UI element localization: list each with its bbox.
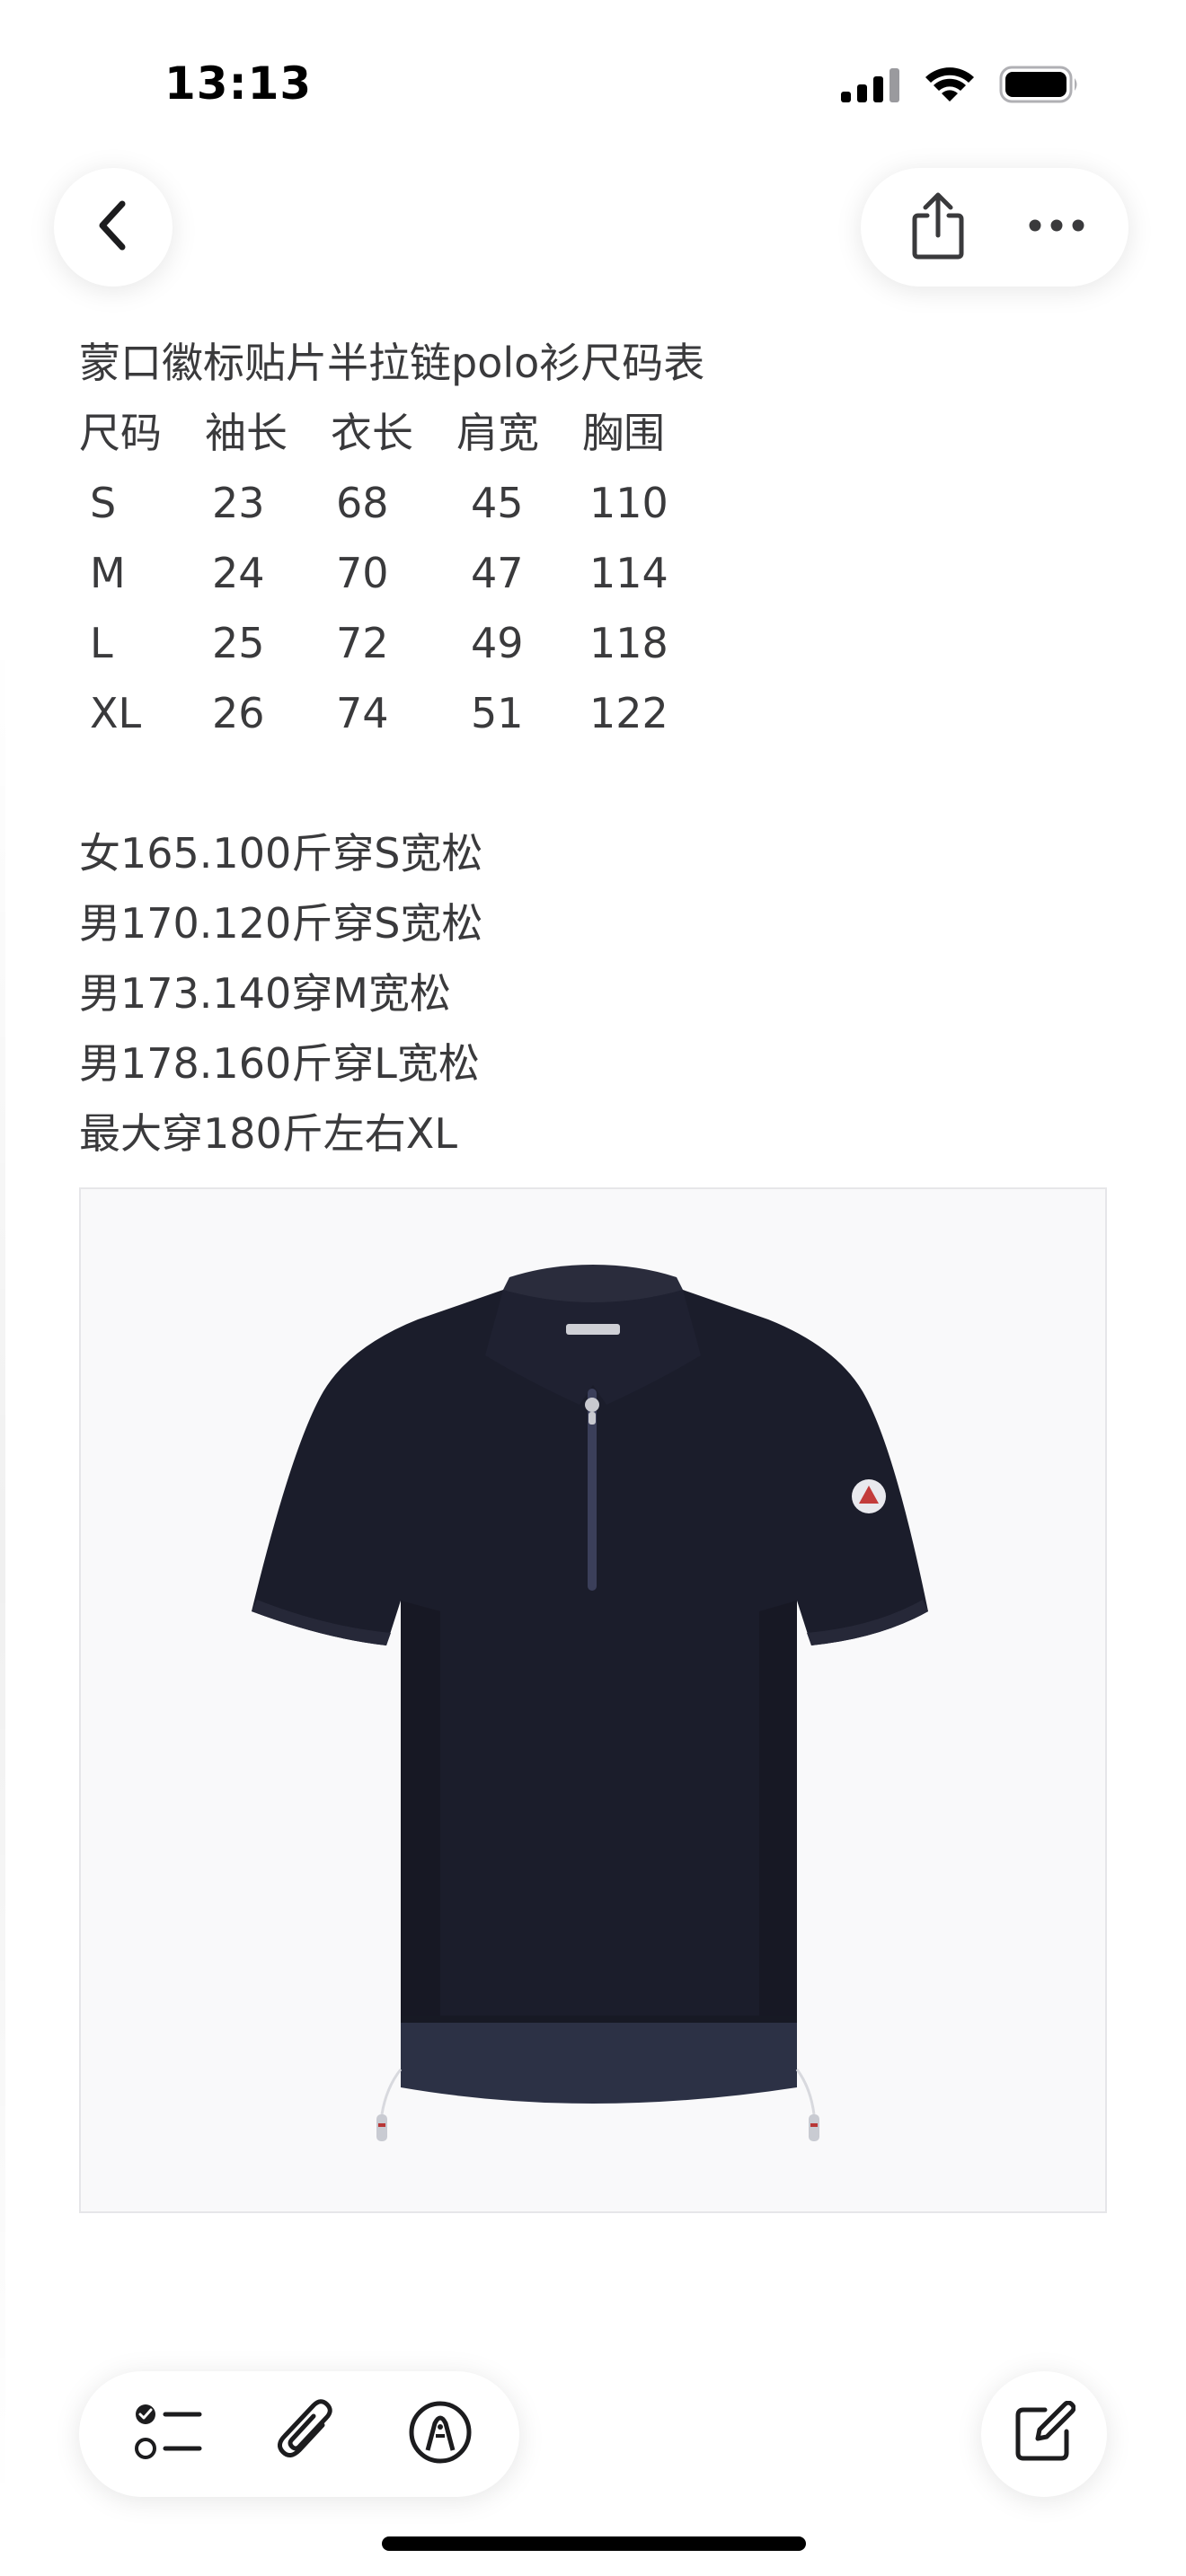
notes-screen: 13:13 蒙口徽标贴片半拉链polo衫尺码表 尺码 袖长 衣长 肩宽 胸围 S… — [0, 0, 1186, 2576]
size-table-row: L 25 72 49 118 — [79, 608, 1112, 678]
status-bar: 13:13 — [0, 54, 1186, 117]
compose-icon — [1013, 2400, 1076, 2467]
cell-size: S — [90, 479, 117, 527]
cell-chest: 110 — [589, 479, 668, 527]
fit-guide-line: 男178.160斤穿L宽松 — [79, 1039, 480, 1088]
size-table-row: XL 26 74 51 122 — [79, 678, 1112, 748]
cell-length: 68 — [336, 479, 389, 527]
cell-chest: 118 — [589, 619, 668, 667]
header-sleeve: 袖长 — [205, 409, 288, 457]
compose-button[interactable] — [981, 2371, 1107, 2497]
checklist-button[interactable] — [106, 2371, 232, 2497]
product-image[interactable] — [79, 1187, 1107, 2213]
polo-shirt-illustration — [252, 1265, 928, 2141]
size-table-row: S 23 68 45 110 — [79, 468, 1112, 538]
cell-length: 74 — [336, 689, 389, 737]
cell-shoulder: 47 — [471, 549, 524, 597]
fit-guide-line: 女165.100斤穿S宽松 — [79, 829, 483, 878]
cell-sleeve: 26 — [212, 689, 265, 737]
bottom-toolbar — [79, 2371, 519, 2497]
paperclip-icon — [272, 2398, 335, 2470]
more-button[interactable] — [997, 168, 1116, 287]
cell-sleeve: 25 — [212, 619, 265, 667]
cell-size: XL — [90, 689, 142, 737]
cell-sleeve: 23 — [212, 479, 265, 527]
cell-sleeve: 24 — [212, 549, 265, 597]
note-actions-group — [861, 168, 1128, 287]
cell-shoulder: 45 — [471, 479, 524, 527]
battery-icon — [999, 65, 1080, 108]
cell-size: M — [90, 549, 126, 597]
attachment-button[interactable] — [241, 2371, 367, 2497]
header-size: 尺码 — [79, 409, 162, 457]
cell-shoulder: 51 — [471, 689, 524, 737]
page-edge — [0, 629, 5, 2515]
status-icons — [841, 65, 1080, 108]
cellular-signal-icon — [841, 66, 900, 106]
markup-button[interactable] — [377, 2371, 503, 2497]
cell-chest: 114 — [589, 549, 668, 597]
fit-guide-line: 最大穿180斤左右XL — [79, 1109, 457, 1158]
header-length: 衣长 — [331, 409, 413, 457]
share-button[interactable] — [879, 168, 997, 287]
share-icon — [909, 190, 967, 264]
header-chest: 胸围 — [582, 409, 665, 457]
markup-pen-icon — [408, 2400, 473, 2468]
cell-size: L — [90, 619, 113, 667]
header-shoulder: 肩宽 — [456, 409, 539, 457]
note-body[interactable]: 蒙口徽标贴片半拉链polo衫尺码表 尺码 袖长 衣长 肩宽 胸围 S 23 68… — [79, 328, 1112, 1169]
checklist-icon — [135, 2402, 203, 2466]
status-time: 13:13 — [164, 57, 313, 110]
cell-length: 72 — [336, 619, 389, 667]
wifi-icon — [924, 66, 976, 107]
chevron-left-icon — [95, 198, 131, 256]
cell-chest: 122 — [589, 689, 668, 737]
fit-guide-line: 男173.140穿M宽松 — [79, 969, 451, 1018]
ellipsis-icon — [1028, 218, 1085, 236]
size-table-row: M 24 70 47 114 — [79, 538, 1112, 608]
cell-length: 70 — [336, 549, 389, 597]
size-table-header: 尺码 袖长 衣长 肩宽 胸围 — [79, 398, 1112, 468]
fit-guide-line: 男170.120斤穿S宽松 — [79, 899, 483, 948]
note-title: 蒙口徽标贴片半拉链polo衫尺码表 — [79, 339, 705, 387]
cell-shoulder: 49 — [471, 619, 524, 667]
back-button[interactable] — [54, 168, 173, 287]
home-indicator[interactable] — [382, 2536, 806, 2551]
